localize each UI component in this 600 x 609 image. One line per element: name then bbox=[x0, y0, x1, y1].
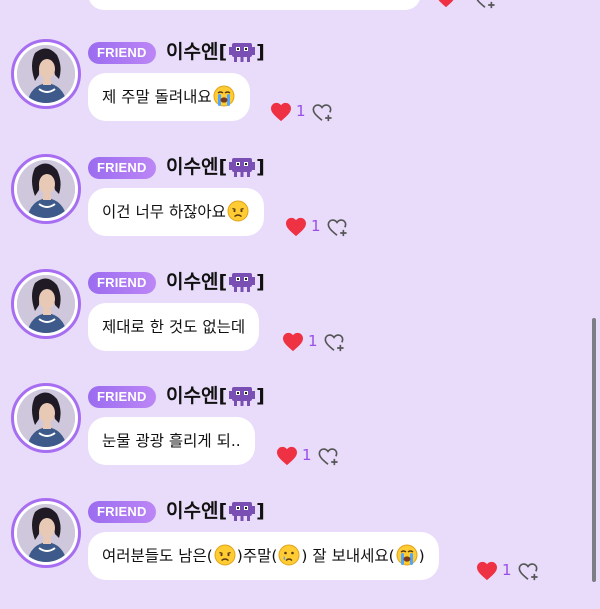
sender-name-text: 이수엔 bbox=[166, 385, 219, 407]
alien-monster-icon bbox=[228, 385, 256, 415]
message-text: 눈물 광광 흘리게 되.. bbox=[102, 432, 241, 450]
avatar-photo bbox=[17, 275, 75, 333]
add-reaction-icon[interactable] bbox=[323, 333, 345, 357]
avatar[interactable] bbox=[11, 269, 81, 339]
message-bubble[interactable]: 눈물 광광 흘리게 되.. bbox=[88, 417, 255, 465]
sender-name-text: 이수엔 bbox=[166, 271, 219, 293]
friend-badge: FRIEND bbox=[88, 42, 156, 64]
sender-name[interactable]: 이수엔[] bbox=[166, 497, 265, 525]
message-item: FRIEND 이수엔[] 눈물 광광 흘리게 되.. 1 bbox=[0, 379, 600, 494]
message-item: FRIEND 이수엔[] 제 주말 돌려내요 1 bbox=[0, 35, 600, 150]
add-reaction-icon[interactable] bbox=[311, 103, 333, 127]
friend-badge: FRIEND bbox=[88, 501, 156, 523]
heart-icon[interactable] bbox=[276, 446, 298, 470]
friend-badge: FRIEND bbox=[88, 272, 156, 294]
avatar-photo bbox=[17, 160, 75, 218]
heart-icon[interactable] bbox=[476, 561, 498, 585]
message-text: 이건 너무 하잖아요 bbox=[102, 203, 226, 221]
sender-name-text: 이수엔 bbox=[166, 41, 219, 63]
add-reaction-icon[interactable] bbox=[317, 447, 339, 471]
sender-name[interactable]: 이수엔[] bbox=[166, 268, 265, 296]
avatar[interactable] bbox=[11, 154, 81, 224]
friend-badge: FRIEND bbox=[88, 157, 156, 179]
add-reaction-icon[interactable] bbox=[326, 218, 348, 242]
avatar[interactable] bbox=[11, 383, 81, 453]
sender-name[interactable]: 이수엔[] bbox=[166, 38, 265, 66]
crying-face-icon bbox=[278, 537, 300, 585]
heart-icon[interactable] bbox=[282, 332, 304, 356]
like-count: 1 bbox=[308, 332, 318, 350]
add-reaction-icon[interactable] bbox=[517, 562, 539, 586]
sender-name[interactable]: 이수엔[] bbox=[166, 382, 265, 410]
message-item: FRIEND 이수엔[] 이건 너무 하잖아요 1 bbox=[0, 150, 600, 265]
like-count: 1 bbox=[296, 102, 306, 120]
message-item: FRIEND 이수엔[] 제대로 한 것도 없는데 1 bbox=[0, 265, 600, 380]
alien-monster-icon bbox=[228, 271, 256, 301]
sender-name[interactable]: 이수엔[] bbox=[166, 153, 265, 181]
message-text: 여러분들도 남은( bbox=[102, 547, 213, 565]
avatar-photo bbox=[17, 504, 75, 562]
message-bubble-partial[interactable] bbox=[88, 0, 421, 10]
message-text: 제 주말 돌려내요 bbox=[102, 88, 212, 106]
message-text: ) bbox=[418, 547, 425, 565]
disappointed-face-icon bbox=[214, 537, 236, 585]
avatar[interactable] bbox=[11, 39, 81, 109]
heart-icon[interactable] bbox=[270, 102, 292, 126]
scrollbar-thumb[interactable] bbox=[592, 318, 596, 582]
like-count: 1 bbox=[302, 446, 312, 464]
message-bubble[interactable]: 제 주말 돌려내요 bbox=[88, 73, 250, 121]
heart-icon[interactable] bbox=[436, 0, 456, 12]
message-bubble[interactable]: 제대로 한 것도 없는데 bbox=[88, 303, 260, 351]
sender-name-text: 이수엔 bbox=[166, 156, 219, 178]
message-bubble[interactable]: 여러분들도 남은( )주말( ) 잘 보내세요() bbox=[88, 532, 439, 580]
add-reaction-icon[interactable] bbox=[474, 0, 496, 14]
sender-name-text: 이수엔 bbox=[166, 500, 219, 522]
avatar-photo bbox=[17, 45, 75, 103]
loudly-crying-face-icon bbox=[213, 78, 235, 126]
disappointed-face-icon bbox=[227, 193, 249, 241]
loudly-crying-face-icon bbox=[396, 537, 418, 585]
message-text: 제대로 한 것도 없는데 bbox=[102, 318, 246, 336]
message-item: FRIEND 이수엔[] 여러분들도 남은( )주말( ) 잘 보내세요() 1 bbox=[0, 494, 600, 609]
heart-icon[interactable] bbox=[285, 217, 307, 241]
avatar[interactable] bbox=[11, 498, 81, 568]
message-text: )주말( bbox=[236, 547, 278, 565]
alien-monster-icon bbox=[228, 500, 256, 530]
like-count: 1 bbox=[502, 561, 512, 579]
friend-badge: FRIEND bbox=[88, 386, 156, 408]
message-bubble[interactable]: 이건 너무 하잖아요 bbox=[88, 188, 264, 236]
avatar-photo bbox=[17, 389, 75, 447]
alien-monster-icon bbox=[228, 41, 256, 71]
like-count: 1 bbox=[311, 217, 321, 235]
alien-monster-icon bbox=[228, 156, 256, 186]
message-text: ) 잘 보내세요( bbox=[301, 547, 395, 565]
